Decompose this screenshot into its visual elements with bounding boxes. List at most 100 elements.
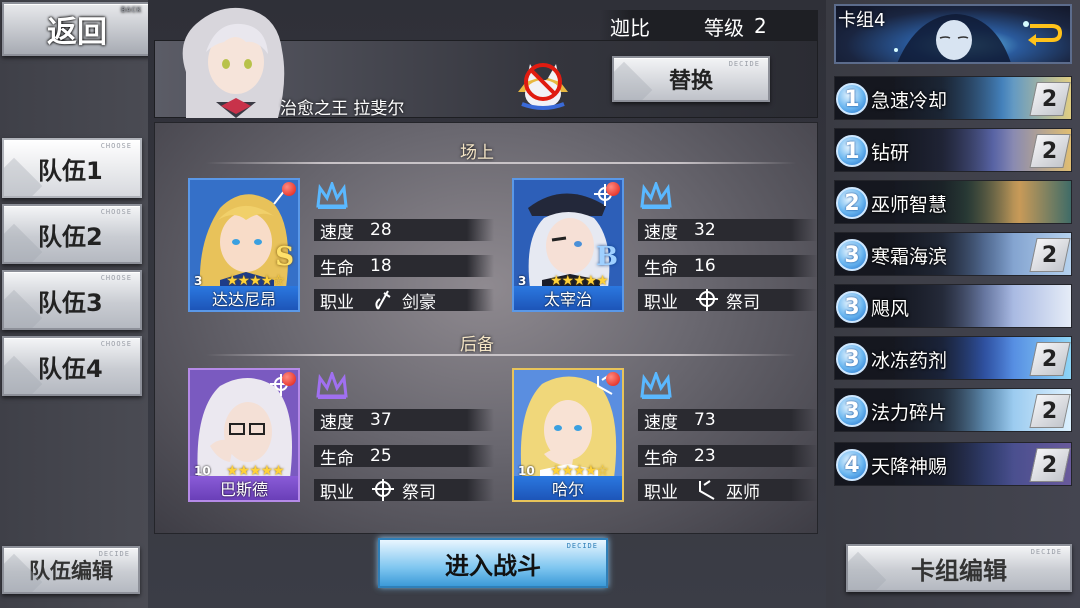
rank-badge: B [596, 242, 618, 272]
hero-name: 巴斯德 [219, 480, 268, 499]
notification-dot [282, 372, 296, 386]
stat-label: 职业 [644, 482, 678, 503]
card-name: 巫师智慧 [871, 194, 948, 216]
card-cost: 3 [836, 291, 868, 323]
card-count-badge: 2 [1029, 238, 1071, 272]
card-cost: 2 [836, 187, 868, 219]
team-tag: CHOOSE [100, 142, 132, 150]
stat-value: 32 [694, 220, 716, 240]
team-edit-button[interactable]: DECIDE 队伍编辑 [2, 546, 140, 594]
rank-badge: S [275, 242, 294, 272]
hero-name: 哈尔 [551, 480, 584, 499]
replace-label: 替换 [668, 69, 713, 94]
no-pet-icon[interactable] [512, 52, 574, 114]
hero-nameplate: 达达尼昂 [190, 286, 298, 310]
corner-decoration [4, 355, 43, 394]
stat-label: 职业 [644, 292, 678, 313]
corner-decoration [4, 289, 43, 328]
notification-dot [282, 182, 296, 196]
back-tag: BACK [121, 6, 142, 14]
stat-hp: 生命 25 [314, 445, 494, 469]
deck-card[interactable]: 3 冰冻药剂 2 [834, 336, 1072, 380]
stat-value: 73 [694, 410, 716, 430]
stat-value: 37 [370, 410, 392, 430]
back-button[interactable]: BACK 返回 [2, 2, 152, 56]
hero-card-howl[interactable]: 10 ★★★★☆ 哈尔 [512, 368, 624, 502]
card-count-badge: 2 [1029, 342, 1071, 376]
stat-job: 职业 祭司 [638, 289, 818, 313]
card-name: 飓风 [871, 298, 910, 320]
stat-speed: 速度 37 [314, 409, 494, 433]
level-value: 2 [754, 14, 767, 38]
wand-job-icon [699, 480, 715, 500]
player-name: 迦比 [610, 15, 650, 40]
corner-decoration [848, 551, 887, 590]
cross-job-icon [372, 479, 394, 501]
stat-value: 25 [370, 446, 392, 466]
stat-label: 生命 [320, 448, 354, 469]
tab-team-1[interactable]: CHOOSE 队伍1 [2, 138, 142, 198]
team-tag: CHOOSE [100, 274, 132, 282]
deck-card[interactable]: 1 急速冷却 2 [834, 76, 1072, 120]
corner-decoration [614, 61, 653, 100]
replace-button[interactable]: DECIDE 替换 [612, 56, 770, 102]
stat-value: 16 [694, 256, 716, 276]
crown-icon [316, 182, 348, 209]
battle-tag: DECIDE [566, 542, 598, 550]
crown-icon [316, 372, 348, 399]
back-label: 返回 [47, 15, 107, 50]
team-tag: CHOOSE [100, 208, 132, 216]
divider [206, 354, 796, 356]
deck-card[interactable]: 1 钻研 2 [834, 128, 1072, 172]
tab-team-2[interactable]: CHOOSE 队伍2 [2, 204, 142, 264]
hero-name: 太宰治 [543, 290, 592, 309]
battle-label: 进入战斗 [445, 551, 541, 580]
stat-label: 速度 [320, 222, 354, 243]
hero-card-dazai[interactable]: B 3 ★★★★★ 太宰治 [512, 178, 624, 312]
stat-job: 职业 剑豪 [314, 289, 494, 313]
deck-card[interactable]: 4 天降神赐 2 [834, 442, 1072, 486]
notification-dot [606, 182, 620, 196]
card-name: 寒霜海滨 [871, 246, 948, 268]
deck-card[interactable]: 2 巫师智慧 [834, 180, 1072, 224]
deck-edit-button[interactable]: DECIDE 卡组编辑 [846, 544, 1072, 592]
card-count: 2 [1042, 346, 1058, 372]
stat-label: 速度 [644, 222, 678, 243]
card-count: 2 [1042, 138, 1058, 164]
hero-card-dartagnan[interactable]: S 3 ★★★★☆ 达达尼昂 [188, 178, 300, 312]
stat-label: 生命 [644, 448, 678, 469]
team-edit-tag: DECIDE [98, 550, 130, 558]
job-name: 剑豪 [402, 292, 436, 313]
card-count: 2 [1042, 398, 1058, 424]
stat-speed: 速度 73 [638, 409, 818, 433]
deck-card[interactable]: 3 法力碎片 2 [834, 388, 1072, 432]
team-label: 队伍1 [38, 156, 103, 185]
card-name: 急速冷却 [871, 90, 948, 112]
hero-nameplate: 巴斯德 [190, 476, 298, 500]
team-label: 队伍2 [38, 222, 103, 251]
stat-hp: 生命 18 [314, 255, 494, 279]
notification-dot [606, 372, 620, 386]
crown-icon [640, 182, 672, 209]
tab-team-3[interactable]: CHOOSE 队伍3 [2, 270, 142, 330]
cross-job-icon [696, 289, 718, 311]
deck-card[interactable]: 3 飓风 [834, 284, 1072, 328]
deck-edit-tag: DECIDE [1030, 548, 1062, 556]
hero-card-pasteur[interactable]: 10 ★★★★★ 巴斯德 [188, 368, 300, 502]
job-name: 祭司 [402, 482, 436, 503]
card-count: 2 [1042, 86, 1058, 112]
hero-nameplate: 太宰治 [514, 286, 622, 310]
deck-card[interactable]: 3 寒霜海滨 2 [834, 232, 1072, 276]
enter-battle-button[interactable]: DECIDE 进入战斗 [378, 538, 608, 588]
player-info-bar: 迦比 等级 2 [600, 10, 818, 42]
corner-decoration [4, 223, 43, 262]
divider [206, 162, 796, 164]
card-count-badge: 2 [1029, 448, 1071, 482]
card-cost: 1 [836, 83, 868, 115]
job-name: 祭司 [726, 292, 760, 313]
stat-value: 23 [694, 446, 716, 466]
card-name: 天降神赐 [871, 456, 948, 478]
tab-team-4[interactable]: CHOOSE 队伍4 [2, 336, 142, 396]
return-arrow-icon[interactable] [1024, 20, 1064, 46]
stat-label: 速度 [644, 412, 678, 433]
